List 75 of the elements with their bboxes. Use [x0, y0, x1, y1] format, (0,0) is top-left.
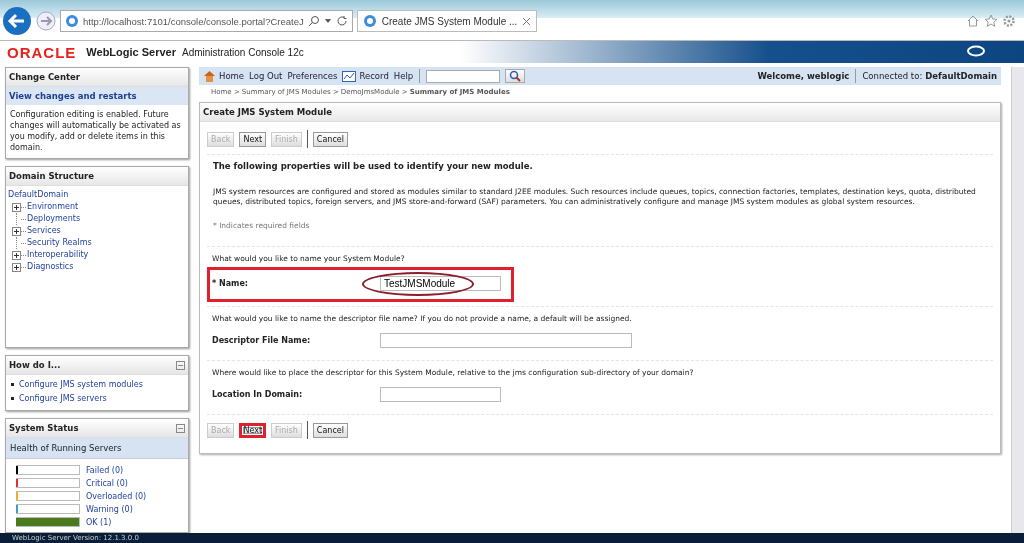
tree-root-link[interactable]: DefaultDomain [8, 189, 186, 201]
toolbar-link[interactable]: Log Out [249, 71, 283, 81]
browser-logo-icon [65, 14, 79, 28]
health-bar [16, 491, 80, 501]
panel-title: How do I... [9, 360, 61, 370]
how-to-link[interactable]: Configure JMS servers [19, 394, 107, 403]
health-bar [16, 504, 80, 514]
dropdown-caret-icon[interactable] [323, 17, 332, 25]
chart-icon [342, 70, 357, 82]
tree-item[interactable]: Services [27, 225, 61, 237]
search-icon[interactable] [307, 15, 320, 27]
product-name: WebLogic Server [86, 46, 176, 58]
star-icon[interactable] [984, 14, 998, 28]
text-field[interactable] [380, 387, 501, 402]
health-link[interactable]: OK (1) [86, 517, 112, 527]
address-bar[interactable]: http://localhost:7101/console/console.portal?CreateJ [60, 10, 353, 32]
view-changes-link[interactable]: View changes and restarts [6, 87, 188, 105]
health-bar [16, 465, 80, 475]
search-field[interactable] [426, 69, 501, 83]
domain-name: DefaultDomain [925, 71, 997, 81]
field-label: Descriptor File Name: [212, 336, 312, 345]
field-label: Location In Domain: [212, 390, 304, 399]
wizard-button[interactable]: Next [239, 422, 267, 438]
expand-icon[interactable] [12, 250, 21, 260]
toolbar-link[interactable]: Preferences [287, 71, 338, 81]
tree-item[interactable]: Deployments [27, 213, 81, 225]
close-icon[interactable] [522, 16, 532, 26]
collapse-icon[interactable] [176, 423, 185, 433]
scrollbar[interactable] [1011, 67, 1024, 533]
text-field[interactable]: TestJMSModule [380, 276, 501, 291]
text-field[interactable] [380, 333, 632, 348]
panel-title: Change Center [6, 68, 188, 87]
tree-item[interactable]: Interoperability [27, 249, 89, 261]
health-bar [16, 478, 80, 488]
panel-title: System Status [9, 423, 79, 433]
settings-icon[interactable] [1002, 14, 1016, 28]
expand-icon[interactable] [12, 202, 21, 212]
tree-item[interactable]: Security Realms [27, 237, 92, 249]
health-link[interactable]: Overloaded (0) [86, 491, 147, 501]
health-link[interactable]: Failed (0) [86, 465, 124, 475]
search-icon [509, 70, 522, 82]
home-icon[interactable] [966, 14, 980, 28]
health-subtitle: Health of Running Servers [6, 438, 188, 459]
tree-item[interactable]: Environment [27, 201, 79, 213]
expand-icon[interactable] [12, 226, 21, 236]
refresh-icon[interactable] [335, 15, 348, 27]
collapse-icon[interactable] [176, 360, 185, 370]
brand-logo: ORACLE [7, 43, 77, 61]
browser-tab[interactable]: Create JMS System Module ... [356, 10, 538, 32]
wizard-button[interactable]: Cancel [312, 131, 348, 147]
search-button[interactable] [505, 69, 526, 83]
toolbar-link[interactable]: Help [393, 71, 414, 81]
ring-logo-icon [966, 45, 986, 59]
tab-title: Create JMS System Module ... [381, 15, 518, 27]
change-center-text: Configuration editing is enabled. Future changes will automatically be activated as you modify, add or delete items in this domain. [9, 109, 182, 154]
toolbar-link[interactable]: Home [203, 70, 245, 82]
wizard-title: Create JMS System Module [200, 103, 1000, 122]
health-link[interactable]: Critical (0) [86, 478, 128, 488]
health-bar [16, 517, 80, 527]
house-icon [203, 70, 216, 82]
wizard-button[interactable]: Cancel [312, 422, 348, 438]
field-label: * Name: [212, 279, 250, 288]
toolbar-link[interactable]: Record [342, 70, 389, 82]
welcome-text: Welcome, weblogic [757, 71, 850, 81]
health-link[interactable]: Warning (0) [86, 504, 133, 514]
how-to-link[interactable]: Configure JMS system modules [19, 380, 143, 389]
connected-label: Connected to: [862, 71, 923, 81]
panel-title: Domain Structure [6, 167, 188, 186]
expand-icon[interactable] [12, 262, 21, 272]
tree-item[interactable]: Diagnostics [27, 261, 74, 273]
section-heading: The following properties will be used to identify your new module. [212, 160, 534, 173]
url-text: http://localhost:7101/console/console.portal?CreateJ [83, 15, 304, 27]
browser-logo-icon [362, 14, 377, 28]
product-subtitle: Administration Console 12c [182, 46, 304, 58]
wizard-button[interactable]: Next [239, 131, 267, 147]
